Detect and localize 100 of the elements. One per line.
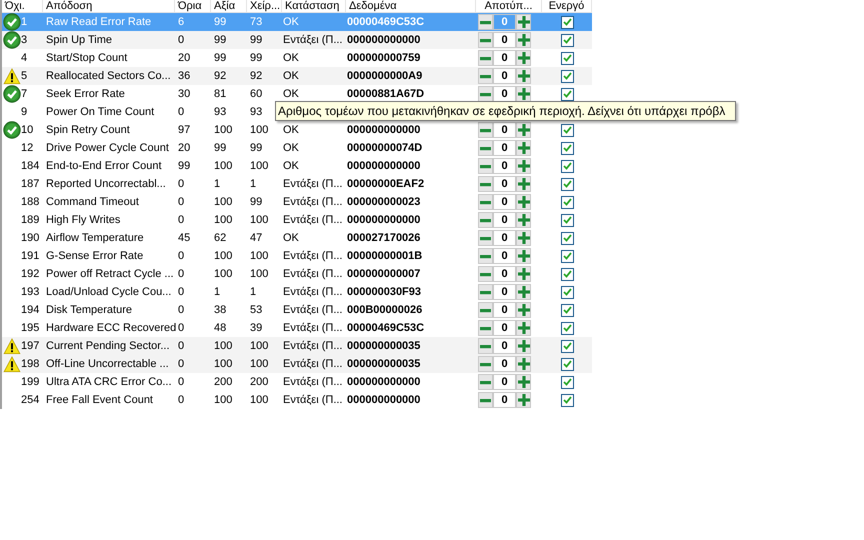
counter-field[interactable]: 0 xyxy=(493,338,516,354)
checkbox[interactable] xyxy=(560,178,574,190)
counter-field[interactable]: 0 xyxy=(493,266,516,282)
plus-button[interactable] xyxy=(516,374,531,390)
plus-button[interactable] xyxy=(516,356,531,372)
counter-field[interactable]: 0 xyxy=(493,158,516,174)
checkbox[interactable] xyxy=(560,88,574,100)
table-cell: 000000000000 xyxy=(347,214,420,226)
counter-field[interactable]: 0 xyxy=(493,68,516,84)
counter-field[interactable]: 0 xyxy=(493,212,516,228)
table-cell: Power off Retract Cycle ... xyxy=(46,268,174,280)
checkbox[interactable] xyxy=(560,268,574,280)
counter-field[interactable]: 0 xyxy=(493,374,516,390)
minus-button[interactable] xyxy=(478,140,493,156)
counter-field[interactable]: 0 xyxy=(493,356,516,372)
checkbox[interactable] xyxy=(560,394,574,406)
plus-button[interactable] xyxy=(516,32,531,48)
plus-button[interactable] xyxy=(516,194,531,210)
checkbox[interactable] xyxy=(560,52,574,64)
counter-field[interactable]: 0 xyxy=(493,86,516,102)
minus-button[interactable] xyxy=(478,266,493,282)
checkbox[interactable] xyxy=(560,286,574,298)
counter-field[interactable]: 0 xyxy=(493,194,516,210)
plus-button[interactable] xyxy=(516,230,531,246)
table-cell: 0 xyxy=(178,304,184,316)
counter-field[interactable]: 0 xyxy=(493,320,516,336)
table-cell: 1 xyxy=(250,178,256,190)
plus-button[interactable] xyxy=(516,392,531,408)
checkbox[interactable] xyxy=(560,124,574,136)
checkbox[interactable] xyxy=(560,322,574,334)
plus-icon xyxy=(518,322,530,334)
plus-button[interactable] xyxy=(516,248,531,264)
plus-button[interactable] xyxy=(516,14,531,30)
minus-button[interactable] xyxy=(478,338,493,354)
minus-button[interactable] xyxy=(478,284,493,300)
plus-button[interactable] xyxy=(516,320,531,336)
minus-button[interactable] xyxy=(478,32,493,48)
table-row[interactable]: 198 Off-Line Uncorrectable ... 0 100 100 Εντάξει (Π... 000000000035 0 xyxy=(2,355,592,373)
counter-field[interactable]: 0 xyxy=(493,176,516,192)
checkbox[interactable] xyxy=(560,304,574,316)
minus-button[interactable] xyxy=(478,50,493,66)
counter-field[interactable]: 0 xyxy=(493,140,516,156)
checkbox[interactable] xyxy=(560,250,574,262)
checkbox[interactable] xyxy=(560,196,574,208)
plus-button[interactable] xyxy=(516,50,531,66)
minus-button[interactable] xyxy=(478,158,493,174)
counter-field[interactable]: 0 xyxy=(493,302,516,318)
minus-button[interactable] xyxy=(478,392,493,408)
table-cell: 200 xyxy=(250,376,268,388)
plus-button[interactable] xyxy=(516,86,531,102)
minus-button[interactable] xyxy=(478,302,493,318)
checkbox[interactable] xyxy=(560,160,574,172)
plus-button[interactable] xyxy=(516,284,531,300)
minus-button[interactable] xyxy=(478,194,493,210)
plus-button[interactable] xyxy=(516,176,531,192)
plus-button[interactable] xyxy=(516,140,531,156)
checkbox[interactable] xyxy=(560,34,574,46)
counter-field[interactable]: 0 xyxy=(493,50,516,66)
table-row[interactable]: 197 Current Pending Sector... 0 100 100 Εντάξει (Π... 000000000035 0 xyxy=(2,337,592,355)
counter-field[interactable]: 0 xyxy=(493,230,516,246)
checkbox[interactable] xyxy=(560,340,574,352)
counter-field[interactable]: 0 xyxy=(493,32,516,48)
checkbox[interactable] xyxy=(560,376,574,388)
minus-button[interactable] xyxy=(478,68,493,84)
minus-button[interactable] xyxy=(478,122,493,138)
checkbox[interactable] xyxy=(560,70,574,82)
plus-button[interactable] xyxy=(516,338,531,354)
minus-button[interactable] xyxy=(478,212,493,228)
minus-button[interactable] xyxy=(478,176,493,192)
table-cell: 100 xyxy=(214,268,232,280)
plus-button[interactable] xyxy=(516,266,531,282)
warning-icon xyxy=(2,68,20,84)
minus-button[interactable] xyxy=(478,230,493,246)
counter-field[interactable]: 0 xyxy=(493,284,516,300)
plus-button[interactable] xyxy=(516,158,531,174)
table-cell: 000000000035 xyxy=(347,340,420,352)
checkbox[interactable] xyxy=(560,358,574,370)
plus-button[interactable] xyxy=(516,122,531,138)
checkbox[interactable] xyxy=(560,232,574,244)
check-mark-icon xyxy=(562,126,572,134)
minus-button[interactable] xyxy=(478,374,493,390)
minus-button[interactable] xyxy=(478,14,493,30)
table-cell-text: 195 xyxy=(21,320,40,336)
table-row[interactable]: 5 Reallocated Sectors Co... 36 92 92 OK 0000000000A9 0 xyxy=(2,67,592,85)
table-row[interactable]: 3 Spin Up Time 0 99 99 Εντάξει (Π... 000000000000 0 xyxy=(2,31,592,49)
checkbox[interactable] xyxy=(560,142,574,154)
checkbox[interactable] xyxy=(560,16,574,28)
plus-button[interactable] xyxy=(516,212,531,228)
plus-button[interactable] xyxy=(516,68,531,84)
counter-field[interactable]: 0 xyxy=(493,392,516,408)
table-cell-text: 9 xyxy=(21,104,28,120)
minus-button[interactable] xyxy=(478,86,493,102)
minus-button[interactable] xyxy=(478,356,493,372)
table-cell: 0 xyxy=(178,268,184,280)
checkbox[interactable] xyxy=(560,214,574,226)
counter-field[interactable]: 0 xyxy=(493,122,516,138)
minus-button[interactable] xyxy=(478,320,493,336)
minus-button[interactable] xyxy=(478,248,493,264)
counter-field[interactable]: 0 xyxy=(493,248,516,264)
plus-button[interactable] xyxy=(516,302,531,318)
